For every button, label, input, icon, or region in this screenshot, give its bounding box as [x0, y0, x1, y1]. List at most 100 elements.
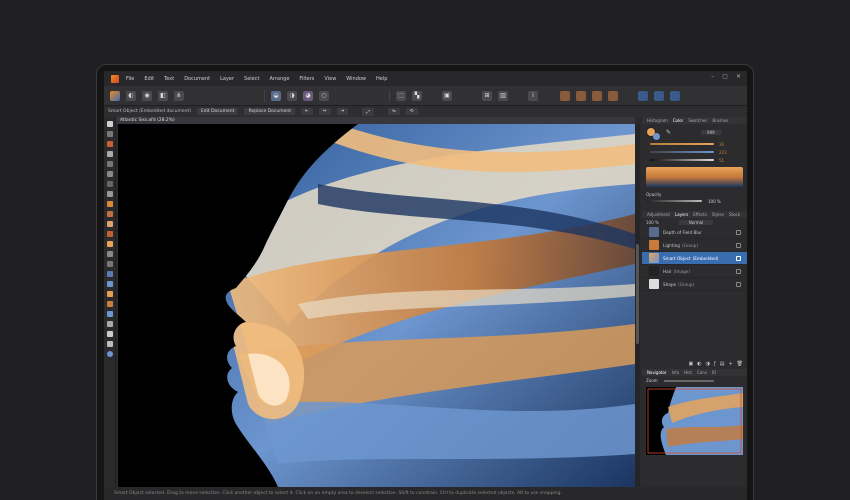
menu-document[interactable]: Document [184, 76, 210, 82]
menu-view[interactable]: View [324, 76, 336, 82]
group-icon[interactable]: ▤ [720, 361, 725, 369]
pixel-tool-icon[interactable] [106, 211, 113, 217]
layer-visibility-checkbox[interactable] [736, 268, 741, 274]
zoom-slider[interactable] [663, 379, 714, 382]
flip-button[interactable]: ⇋ [387, 108, 400, 115]
layer-settings-icon[interactable]: ▣ [688, 361, 693, 369]
align-left-button[interactable]: ⇤ [300, 108, 313, 115]
close-icon[interactable]: ✕ [736, 73, 741, 80]
opacity-value[interactable]: 100 % [708, 199, 721, 204]
workspace-button[interactable] [670, 90, 680, 101]
selection-marquee-button[interactable]: ⬚ [396, 90, 406, 101]
shape-tool-icon[interactable] [106, 321, 113, 327]
persona-photo-button[interactable] [110, 90, 120, 101]
auto-levels-button[interactable]: ◒ [271, 90, 281, 101]
tab-adjustment[interactable]: Adjustment [647, 212, 670, 217]
selection-flood-button[interactable]: ▚ [412, 90, 422, 101]
blend-mode-select[interactable]: Normal [678, 219, 714, 225]
tab-histogram[interactable]: Histogram [647, 118, 668, 123]
tab-hist[interactable]: Hist [684, 370, 692, 375]
menu-text[interactable]: Text [164, 76, 174, 82]
menu-arrange[interactable]: Arrange [269, 76, 289, 82]
arrange-backward-button[interactable] [576, 90, 586, 101]
layer-visibility-checkbox[interactable] [736, 255, 741, 261]
secondary-color-well[interactable] [653, 132, 660, 140]
arrange-front-button[interactable] [608, 90, 618, 101]
menu-edit[interactable]: Edit [144, 76, 154, 82]
menu-select[interactable]: Select [244, 76, 259, 82]
color-swatch-icon[interactable] [106, 351, 113, 357]
color-picker-tool-icon[interactable] [106, 141, 113, 147]
scrollbar-thumb[interactable] [636, 244, 639, 344]
smudge-tool-icon[interactable] [106, 291, 113, 297]
auto-white-balance-button[interactable]: ○ [319, 90, 329, 101]
tab-cons[interactable]: Cons [697, 370, 707, 375]
quick-mask-button[interactable]: ▣ [442, 90, 452, 101]
sponge-tool-icon[interactable] [106, 281, 113, 287]
menu-file[interactable]: File [126, 76, 134, 82]
marquee-tool-icon[interactable] [106, 181, 113, 187]
persona-tone-button[interactable]: ◧ [158, 90, 168, 101]
navigator-preview[interactable] [646, 387, 743, 455]
document-tab[interactable]: Atlantic Sea.afd (28.2%) [116, 117, 635, 124]
tab-io[interactable]: IO [712, 370, 716, 375]
align-right-button[interactable]: ⇥ [336, 108, 349, 115]
pen-tool-icon[interactable] [106, 311, 113, 317]
move-tool-icon[interactable] [106, 121, 113, 127]
share-icon[interactable]: ⋔ [174, 90, 184, 101]
layer-row[interactable]: Shape (Group) [642, 278, 747, 291]
saturation-slider[interactable]: 223 [642, 148, 747, 156]
eyedropper-icon[interactable]: ✎ [666, 129, 671, 136]
paint-brush-tool-icon[interactable] [106, 201, 113, 207]
edit-document-button[interactable]: Edit Document [196, 108, 239, 115]
crop-tool-icon[interactable] [106, 151, 113, 157]
delete-layer-icon[interactable]: 🗑 [737, 361, 743, 369]
lightness-slider[interactable]: 51 [642, 156, 747, 164]
transform-button[interactable]: ⤢ [362, 107, 374, 116]
arrange-back-button[interactable] [560, 90, 570, 101]
color-spectrum[interactable] [646, 167, 743, 187]
align-center-button[interactable]: ⇔ [318, 108, 331, 115]
flood-select-tool-icon[interactable] [106, 171, 113, 177]
text-tool-icon[interactable] [106, 331, 113, 337]
erase-brush-tool-icon[interactable] [106, 221, 113, 227]
personas-button[interactable] [654, 90, 664, 101]
mask-icon[interactable]: ◐ [697, 361, 701, 369]
replace-document-button[interactable]: Replace Document [244, 108, 295, 115]
menu-help[interactable]: Help [376, 76, 387, 82]
fx-icon[interactable]: ƒ [714, 361, 716, 369]
tab-color[interactable]: Color [673, 118, 683, 123]
persona-develop-button[interactable]: ◉ [142, 90, 152, 101]
blur-tool-icon[interactable] [106, 271, 113, 277]
hue-value[interactable]: 36 [719, 142, 724, 147]
assistant-button[interactable]: i [528, 90, 538, 101]
persona-liquify-button[interactable]: ◐ [126, 90, 136, 101]
selection-brush-tool-icon[interactable] [106, 161, 113, 167]
dodge-tool-icon[interactable] [106, 251, 113, 257]
menu-window[interactable]: Window [346, 76, 366, 82]
view-tool-icon[interactable] [106, 131, 113, 137]
layer-visibility-checkbox[interactable] [736, 229, 741, 235]
zoom-tool-icon[interactable] [106, 341, 113, 347]
tab-swatches[interactable]: Swatches [688, 118, 707, 123]
gradient-tool-icon[interactable] [106, 241, 113, 247]
mesh-warp-tool-icon[interactable] [106, 301, 113, 307]
arrange-forward-button[interactable] [592, 90, 602, 101]
maximize-icon[interactable]: ▢ [722, 73, 728, 80]
tab-navigator[interactable]: Navigator [647, 370, 667, 375]
adjustment-icon[interactable]: ◑ [706, 361, 710, 369]
menu-layer[interactable]: Layer [220, 76, 234, 82]
layer-visibility-checkbox[interactable] [736, 281, 741, 287]
menu-filters[interactable]: Filters [299, 76, 314, 82]
flood-fill-tool-icon[interactable] [106, 231, 113, 237]
freehand-select-tool-icon[interactable] [106, 191, 113, 197]
opacity-slider[interactable]: 100 % [642, 197, 747, 205]
auto-colors-button[interactable]: ◕ [303, 90, 313, 101]
canvas[interactable] [118, 124, 635, 487]
tab-stock[interactable]: Stock [729, 212, 740, 217]
layer-visibility-checkbox[interactable] [736, 242, 741, 248]
layer-row[interactable]: Depth of Field Blur [642, 226, 747, 239]
lightness-value[interactable]: 51 [719, 158, 724, 163]
minimize-icon[interactable]: – [711, 73, 714, 80]
studio-link-button[interactable] [638, 90, 648, 101]
